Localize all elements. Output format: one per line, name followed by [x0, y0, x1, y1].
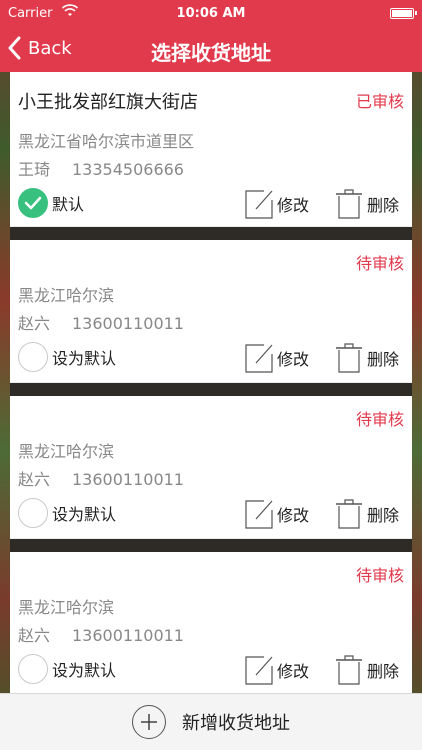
address-text: 黑龙江哈尔滨 — [18, 442, 115, 461]
default-label: 设为默认 — [52, 349, 117, 368]
delete-button[interactable]: 删除 — [334, 498, 399, 530]
default-label: 设为默认 — [52, 661, 117, 680]
delete-label: 删除 — [367, 506, 400, 525]
edit-button[interactable]: 修改 — [244, 654, 309, 686]
edit-icon — [245, 500, 273, 529]
default-toggle[interactable]: 设为默认 — [18, 498, 116, 528]
delete-button[interactable]: 删除 — [334, 342, 399, 374]
address-text: 黑龙江哈尔滨 — [18, 286, 115, 305]
address-text: 黑龙江哈尔滨 — [18, 598, 115, 617]
background-strip — [412, 0, 422, 750]
review-status: 已审核 — [355, 92, 404, 111]
address-card[interactable]: 待审核 黑龙江哈尔滨 赵六 13600110011 设为默认 修改 删除 — [10, 240, 412, 383]
default-label: 默认 — [52, 195, 85, 214]
trash-icon — [336, 499, 362, 529]
contact-line: 赵六 13600110011 — [18, 310, 404, 334]
edit-icon — [245, 190, 273, 219]
default-toggle[interactable]: 设为默认 — [18, 342, 116, 372]
edit-label: 修改 — [277, 196, 310, 215]
trash-icon — [336, 343, 362, 373]
status-bar: Carrier 10:06 AM — [0, 0, 422, 28]
contact-name: 赵六 — [18, 626, 51, 645]
default-label: 设为默认 — [52, 505, 117, 524]
delete-button[interactable]: 删除 — [334, 654, 399, 686]
background-strip — [0, 0, 10, 750]
default-toggle[interactable]: 设为默认 — [18, 654, 116, 684]
trash-icon — [336, 189, 362, 219]
address-card[interactable]: 待审核 黑龙江哈尔滨 赵六 13600110011 设为默认 修改 删除 — [10, 552, 412, 693]
contact-name: 王琦 — [18, 160, 51, 179]
card-actions: 设为默认 修改 删除 — [18, 342, 404, 378]
radio-circle-icon — [18, 654, 48, 684]
address-card[interactable]: 待审核 黑龙江哈尔滨 赵六 13600110011 设为默认 修改 删除 — [10, 396, 412, 539]
edit-icon — [245, 344, 273, 373]
edit-button[interactable]: 修改 — [244, 498, 309, 530]
card-actions: 默认 修改 删除 — [18, 188, 404, 224]
contact-line: 王琦 13354506666 — [18, 156, 404, 180]
radio-circle-icon — [18, 498, 48, 528]
edit-icon — [245, 656, 273, 685]
contact-phone: 13600110011 — [72, 314, 184, 333]
shop-name: 小王批发部红旗大街店 — [18, 92, 198, 113]
edit-label: 修改 — [277, 662, 310, 681]
delete-button[interactable]: 删除 — [334, 188, 399, 220]
edit-button[interactable]: 修改 — [244, 188, 309, 220]
contact-name: 赵六 — [18, 314, 51, 333]
delete-label: 删除 — [367, 662, 400, 681]
review-status: 待审核 — [355, 566, 404, 585]
contact-phone: 13600110011 — [72, 470, 184, 489]
contact-name: 赵六 — [18, 470, 51, 489]
contact-phone: 13600110011 — [72, 626, 184, 645]
page-title: 选择收货地址 — [151, 41, 271, 65]
edit-button[interactable]: 修改 — [244, 342, 309, 374]
delete-label: 删除 — [367, 350, 400, 369]
edit-label: 修改 — [277, 506, 310, 525]
clock: 10:06 AM — [176, 6, 246, 21]
address-list: 小王批发部红旗大街店 已审核 黑龙江省哈尔滨市道里区 王琦 13354506666… — [10, 72, 412, 693]
card-actions: 设为默认 修改 删除 — [18, 654, 404, 690]
battery-icon — [390, 8, 417, 19]
contact-line: 赵六 13600110011 — [18, 466, 404, 490]
plus-circle-icon — [132, 705, 166, 739]
address-text: 黑龙江省哈尔滨市道里区 — [18, 132, 195, 151]
navigation-bar: Back 选择收货地址 — [0, 28, 422, 72]
delete-label: 删除 — [367, 196, 400, 215]
contact-phone: 13354506666 — [72, 160, 184, 179]
edit-label: 修改 — [277, 350, 310, 369]
trash-icon — [336, 655, 362, 685]
review-status: 待审核 — [355, 254, 404, 273]
checkmark-icon — [18, 188, 48, 218]
default-toggle[interactable]: 默认 — [18, 188, 84, 218]
review-status: 待审核 — [355, 410, 404, 429]
contact-line: 赵六 13600110011 — [18, 622, 404, 646]
add-address-label: 新增收货地址 — [182, 713, 290, 734]
card-actions: 设为默认 修改 删除 — [18, 498, 404, 534]
address-card[interactable]: 小王批发部红旗大街店 已审核 黑龙江省哈尔滨市道里区 王琦 13354506666… — [10, 72, 412, 227]
add-address-button[interactable]: 新增收货地址 — [0, 693, 422, 750]
radio-circle-icon — [18, 342, 48, 372]
